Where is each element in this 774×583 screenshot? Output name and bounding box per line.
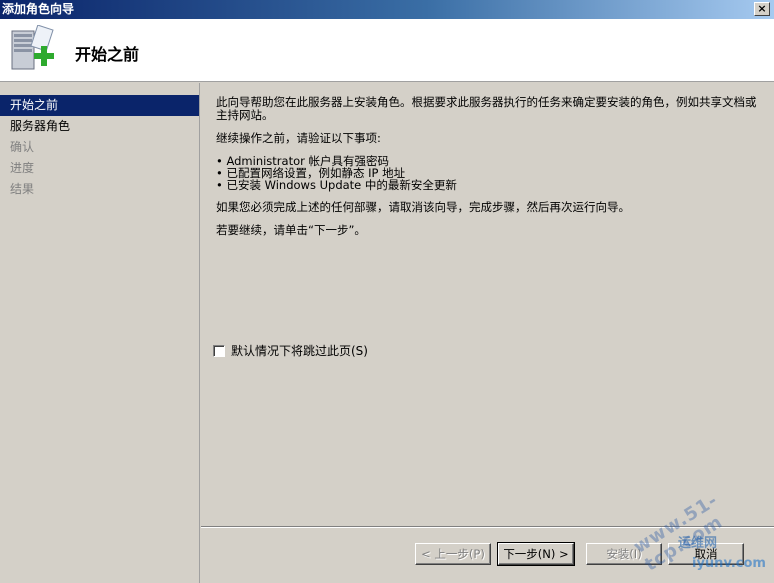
next-button[interactable]: 下一步(N) > bbox=[497, 542, 575, 566]
skip-page-checkbox[interactable] bbox=[213, 344, 225, 357]
checklist: Administrator 帐户具有强密码 已配置网络设置，例如静态 IP 地址… bbox=[216, 155, 766, 191]
step-results: 结果 bbox=[10, 182, 35, 196]
window-titlebar: 添加角色向导 × bbox=[0, 0, 774, 19]
checklist-item: 已安装 Windows Update 中的最新安全更新 bbox=[216, 179, 766, 191]
page-title: 开始之前 bbox=[75, 45, 140, 64]
step-server-roles[interactable]: 服务器角色 bbox=[0, 116, 199, 137]
intro-text: 此向导帮助您在此服务器上安装角色。根据要求此服务器执行的任务来确定要安装的角色，… bbox=[216, 95, 757, 122]
previous-button[interactable]: < 上一步(P) bbox=[415, 543, 491, 565]
step-list: 开始之前 服务器角色 确认 进度 结果 bbox=[0, 95, 199, 200]
wizard-header: 开始之前 bbox=[0, 19, 774, 82]
wizard-content: 此向导帮助您在此服务器上安装角色。根据要求此服务器执行的任务来确定要安装的角色，… bbox=[216, 96, 766, 247]
verify-heading: 继续操作之前，请验证以下事项: bbox=[216, 131, 381, 145]
window-title: 添加角色向导 bbox=[2, 2, 75, 16]
step-progress: 进度 bbox=[10, 161, 35, 175]
watermark: www.51-tcp.com 运维网 iyunv.com bbox=[620, 470, 774, 580]
step-before-you-begin[interactable]: 开始之前 bbox=[0, 95, 199, 116]
watermark-badge: 运维网 bbox=[678, 536, 718, 551]
watermark-sub: iyunv.com bbox=[692, 556, 766, 571]
server-add-icon bbox=[11, 25, 54, 70]
close-button[interactable]: × bbox=[754, 2, 770, 16]
wizard-step-sidebar: 开始之前 服务器角色 确认 进度 结果 bbox=[0, 83, 200, 583]
skip-page-label[interactable]: 默认情况下将跳过此页(S) bbox=[231, 342, 368, 359]
skip-page-option[interactable]: 默认情况下将跳过此页(S) bbox=[213, 342, 368, 359]
cancel-note: 如果您必须完成上述的任何部骤，请取消该向导，完成步骤，然后再次运行向导。 bbox=[216, 200, 630, 214]
continue-note: 若要继续，请单击“下一步”。 bbox=[216, 223, 366, 237]
step-confirm: 确认 bbox=[10, 140, 35, 154]
